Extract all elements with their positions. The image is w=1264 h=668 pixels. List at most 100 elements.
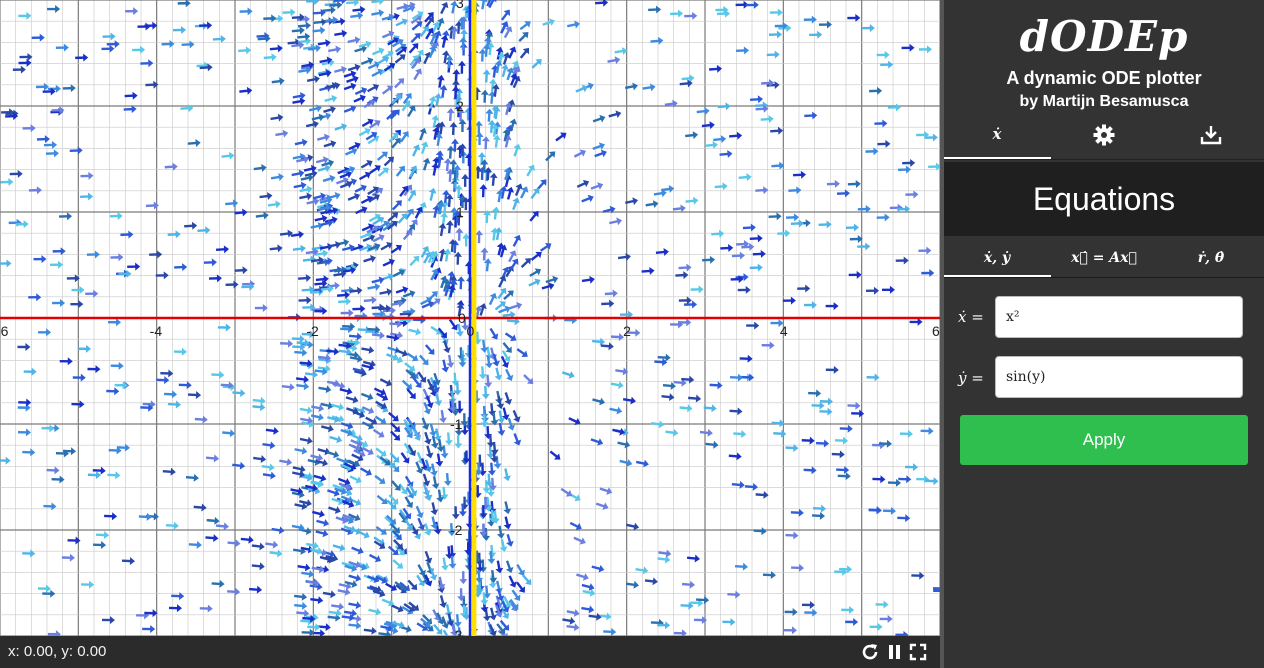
- subtab-polar[interactable]: ṙ, θ̇: [1158, 240, 1264, 276]
- field-arrow: [420, 141, 429, 155]
- field-arrow: [720, 244, 734, 253]
- field-arrow: [238, 46, 252, 55]
- field-arrow: [650, 36, 664, 45]
- subtab-cartesian[interactable]: ẋ, ẏ: [944, 240, 1050, 276]
- subtab-matrix[interactable]: x⃗̇ = Ax⃗: [1051, 240, 1157, 276]
- field-arrow: [253, 455, 267, 463]
- field-arrow: [265, 540, 279, 549]
- field-arrow: [519, 21, 531, 31]
- field-arrow: [601, 299, 615, 308]
- field-arrow: [497, 287, 507, 300]
- tab-equations[interactable]: ẋ: [944, 118, 1050, 158]
- x-tick-label: -6: [0, 323, 9, 339]
- field-arrow: [225, 199, 239, 208]
- field-arrow: [839, 424, 853, 433]
- field-arrow: [329, 435, 343, 444]
- tab-download[interactable]: [1158, 118, 1264, 158]
- field-arrow: [702, 255, 716, 264]
- field-arrow: [368, 553, 382, 563]
- field-arrow: [298, 274, 312, 283]
- field-arrow: [305, 120, 319, 129]
- field-arrow: [459, 571, 468, 585]
- field-arrow: [409, 255, 420, 267]
- field-arrow: [714, 182, 728, 191]
- field-arrow: [480, 89, 489, 103]
- pause-icon[interactable]: [885, 642, 905, 662]
- field-arrow: [343, 82, 357, 91]
- field-arrow: [727, 590, 741, 599]
- field-arrow: [506, 533, 514, 547]
- field-arrow: [382, 258, 395, 267]
- tab-settings[interactable]: [1051, 118, 1157, 158]
- field-arrow: [440, 34, 449, 48]
- field-arrow: [705, 440, 719, 449]
- field-arrow: [394, 78, 405, 89]
- field-arrow: [188, 540, 202, 549]
- field-arrow: [80, 171, 94, 180]
- field-arrow: [49, 260, 64, 269]
- field-arrow: [655, 248, 669, 256]
- field-arrow: [728, 452, 742, 461]
- field-arrow: [918, 246, 932, 255]
- field-arrow: [59, 212, 73, 221]
- plot-status-bar: x: 0.00, y: 0.00: [0, 636, 940, 668]
- field-arrow: [446, 145, 455, 159]
- field-arrow: [173, 347, 187, 356]
- ydot-input[interactable]: [995, 356, 1243, 398]
- field-arrow: [760, 115, 774, 124]
- field-arrow: [75, 53, 89, 62]
- field-arrow: [410, 32, 421, 44]
- field-arrow: [127, 262, 141, 271]
- field-arrow: [353, 94, 366, 103]
- field-arrow: [28, 186, 42, 195]
- field-arrow: [367, 283, 381, 291]
- x-tick-label: 2: [623, 323, 631, 339]
- field-arrow: [194, 415, 208, 424]
- field-arrow: [62, 84, 76, 93]
- field-arrow: [319, 243, 333, 251]
- field-arrow: [857, 242, 871, 251]
- field-arrow: [555, 132, 567, 142]
- reload-icon[interactable]: [860, 642, 880, 662]
- field-arrow: [96, 531, 110, 540]
- field-arrow: [149, 250, 163, 259]
- field-arrow: [755, 186, 769, 195]
- field-arrow: [424, 488, 433, 502]
- field-arrow: [354, 184, 367, 193]
- field-arrow: [352, 304, 366, 313]
- field-arrow: [114, 381, 128, 390]
- field-arrow: [845, 223, 859, 232]
- field-arrow: [269, 549, 283, 558]
- field-arrow: [419, 127, 427, 141]
- field-arrow: [297, 563, 311, 572]
- field-arrow: [568, 417, 581, 426]
- apply-button[interactable]: Apply: [960, 415, 1248, 465]
- field-arrow: [18, 11, 32, 20]
- field-arrow: [785, 531, 799, 540]
- field-arrow: [678, 263, 692, 272]
- field-arrow: [868, 506, 882, 515]
- section-title: Equations: [944, 162, 1264, 236]
- field-arrow: [121, 557, 135, 566]
- field-arrow: [648, 5, 662, 14]
- field-arrow: [334, 29, 348, 38]
- field-arrow: [367, 83, 380, 93]
- field-arrow: [156, 376, 170, 385]
- subtab-row-divider: [944, 277, 1264, 278]
- phase-plot-area[interactable]: -6 -4 -2 0 2 4 6 3 2 1 -1 -2 -3 0: [0, 0, 940, 636]
- field-arrow: [688, 394, 702, 403]
- field-arrow: [603, 627, 617, 636]
- field-arrow: [480, 414, 489, 428]
- field-arrow: [876, 50, 890, 59]
- xdot-input[interactable]: [995, 296, 1243, 338]
- field-arrow: [771, 161, 785, 170]
- field-arrow: [482, 69, 491, 83]
- fullscreen-icon[interactable]: [908, 642, 928, 662]
- phase-plot-canvas[interactable]: -6 -4 -2 0 2 4 6 3 2 1 -1 -2 -3 0: [0, 0, 940, 636]
- field-arrow: [8, 218, 22, 227]
- field-arrow: [222, 429, 236, 438]
- field-arrow: [360, 160, 373, 169]
- field-arrow: [259, 192, 273, 200]
- field-arrow: [768, 212, 782, 221]
- field-arrow: [61, 553, 75, 562]
